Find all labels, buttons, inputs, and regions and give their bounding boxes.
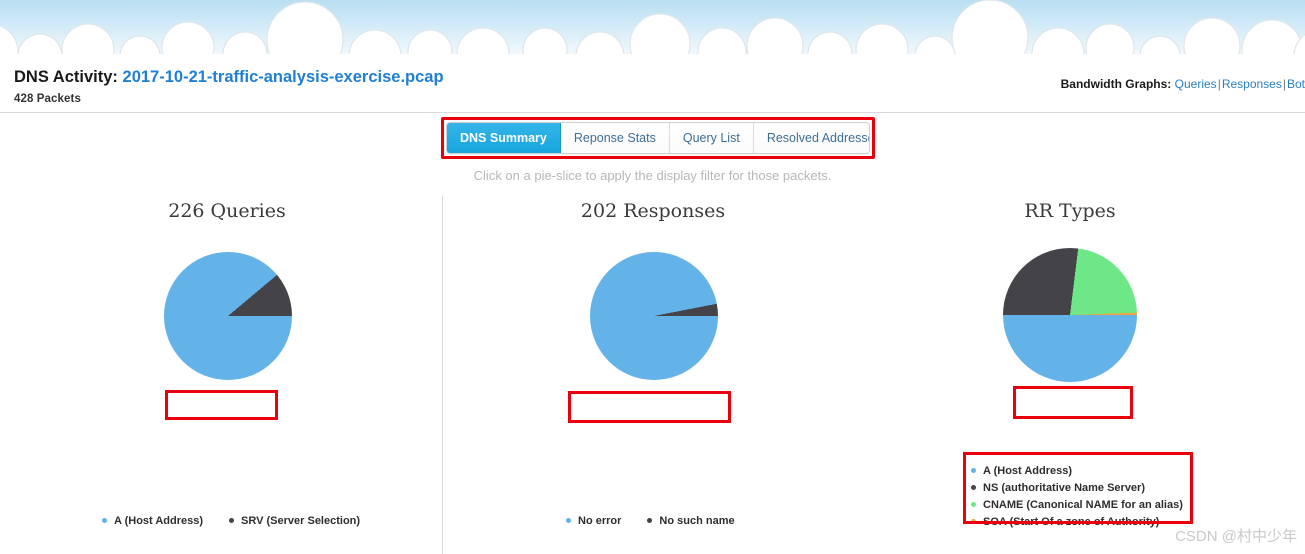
bandwidth-link-responses[interactable]: Responses: [1222, 77, 1282, 91]
cloud-graphic: [0, 0, 1305, 56]
pie-queries[interactable]: [164, 252, 292, 380]
legend-label-cname: CNAME (Canonical NAME for an alias): [983, 498, 1183, 511]
chart-queries: 226 Queries A (Host Address) SRV (Server…: [62, 190, 392, 554]
chart-responses-title: 202 Responses: [580, 200, 726, 222]
cloud-banner: [0, 0, 1305, 56]
page-title-prefix: DNS Activity:: [14, 68, 118, 86]
legend-dot-ns: [971, 485, 976, 490]
header-separator: [0, 112, 1305, 113]
chart-rr-types-title: RR Types: [1024, 200, 1116, 222]
legend-label-a: A (Host Address): [983, 464, 1073, 477]
legend-dot-a: [102, 518, 107, 523]
legend-label-a: A (Host Address): [114, 514, 204, 527]
packet-count: 428 Packets: [14, 93, 81, 105]
tab-query-list[interactable]: Query List: [669, 123, 754, 153]
legend-dot-cname: [971, 502, 976, 507]
page-title: DNS Activity: 2017-10-21-traffic-analysi…: [14, 68, 444, 87]
legend-label-ns: NS (authoritative Name Server): [983, 481, 1145, 494]
legend-dot-a: [971, 468, 976, 473]
bandwidth-graphs-label: Bandwidth Graphs:: [1060, 77, 1172, 91]
legend-item-a[interactable]: A (Host Address): [102, 512, 203, 529]
legend-item-a[interactable]: A (Host Address): [971, 462, 1183, 479]
legend-label-no-error: No error: [578, 514, 622, 527]
legend-dot-soa: [971, 519, 976, 524]
page-header: DNS Activity: 2017-10-21-traffic-analysi…: [0, 56, 1305, 113]
tab-bar: DNS Summary Reponse Stats Query List Res…: [446, 122, 870, 154]
capture-file-link[interactable]: 2017-10-21-traffic-analysis-exercise.pca…: [123, 68, 444, 86]
legend-dot-no-such-name: [647, 518, 653, 523]
legend-label-srv: SRV (Server Selection): [241, 514, 361, 527]
pie-rr-types[interactable]: [1003, 248, 1137, 382]
legend-dot-srv: [229, 518, 235, 523]
pie-slice-hint: Click on a pie-slice to apply the displa…: [473, 168, 832, 183]
chart-responses: 202 Responses No error No such name: [488, 190, 818, 554]
pie-responses[interactable]: [590, 252, 718, 380]
column-divider: [442, 196, 443, 554]
legend-label-soa: SOA (Start Of a zone of Authority): [983, 515, 1160, 528]
legend-dot-no-error: [566, 518, 571, 523]
tab-resolved-addresses[interactable]: Resolved Addresses: [753, 123, 869, 153]
legend-item-srv[interactable]: SRV (Server Selection): [229, 512, 360, 529]
bandwidth-graphs: Bandwidth Graphs: Queries|Responses|Bot: [1061, 77, 1305, 91]
legend-item-ns[interactable]: NS (authoritative Name Server): [971, 479, 1183, 496]
tab-reponse-stats[interactable]: Reponse Stats: [560, 123, 670, 153]
chart-responses-legend: No error No such name: [566, 512, 735, 529]
chart-queries-title: 226 Queries: [168, 200, 286, 222]
chart-rr-types: RR Types A (Host Address) NS (authoritat…: [905, 190, 1235, 554]
legend-item-no-such-name[interactable]: No such name: [647, 512, 735, 529]
bandwidth-link-both[interactable]: Bot: [1287, 77, 1305, 91]
chart-queries-legend: A (Host Address) SRV (Server Selection): [102, 512, 360, 529]
legend-item-soa[interactable]: SOA (Start Of a zone of Authority): [971, 513, 1183, 530]
charts-area: 226 Queries A (Host Address) SRV (Server…: [0, 190, 1305, 554]
watermark: CSDN @村中少年: [1175, 528, 1297, 545]
chart-rr-types-legend: A (Host Address) NS (authoritative Name …: [971, 462, 1183, 530]
bandwidth-link-queries[interactable]: Queries: [1175, 77, 1217, 91]
legend-label-no-such-name: No such name: [659, 514, 735, 527]
tab-dns-summary[interactable]: DNS Summary: [447, 123, 561, 153]
legend-item-cname[interactable]: CNAME (Canonical NAME for an alias): [971, 496, 1183, 513]
legend-item-no-error[interactable]: No error: [566, 512, 621, 529]
